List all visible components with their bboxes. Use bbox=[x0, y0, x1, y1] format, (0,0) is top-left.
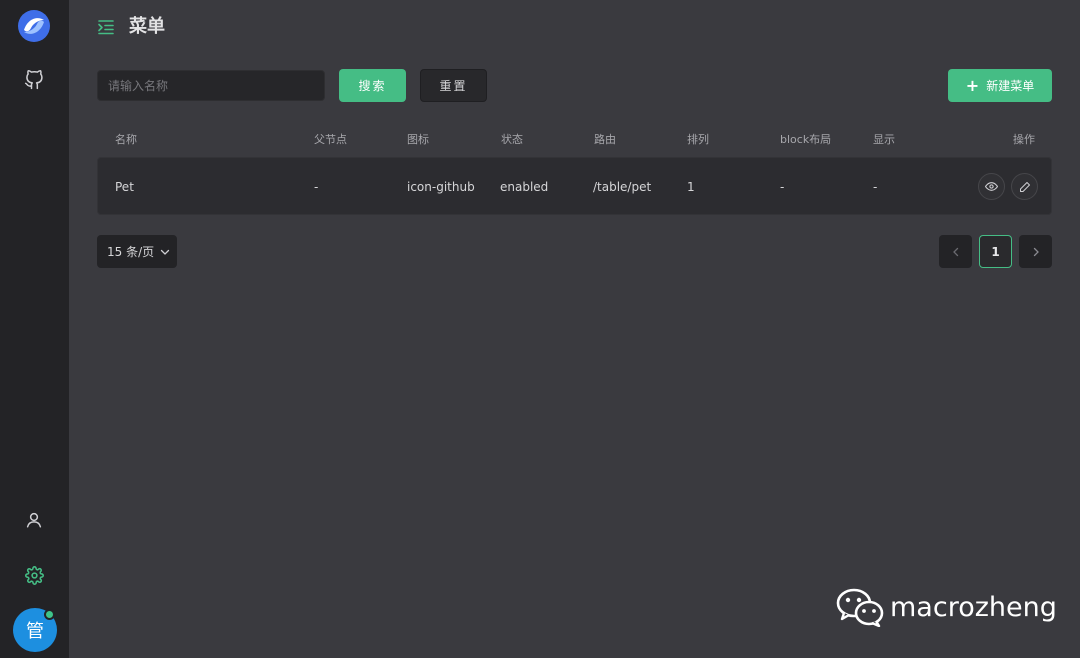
prev-page-button[interactable] bbox=[939, 235, 972, 268]
online-status-dot bbox=[44, 609, 55, 620]
reset-button[interactable]: 重置 bbox=[420, 69, 487, 102]
page-title: 菜单 bbox=[129, 16, 165, 37]
search-button[interactable]: 搜索 bbox=[339, 69, 406, 102]
cell-parent: - bbox=[314, 180, 319, 194]
chevron-down-icon bbox=[160, 249, 170, 255]
view-button[interactable] bbox=[978, 173, 1005, 200]
page-size-select[interactable]: 15 条/页 bbox=[97, 235, 177, 268]
cell-show: - bbox=[873, 180, 878, 194]
page-number-current[interactable]: 1 bbox=[979, 235, 1012, 268]
table-row[interactable] bbox=[97, 157, 1052, 215]
column-header-parent[interactable]: 父节点 bbox=[314, 133, 347, 147]
eye-icon bbox=[985, 182, 998, 191]
column-header-block-layout[interactable]: block布局 bbox=[780, 133, 831, 147]
column-header-show[interactable]: 显示 bbox=[873, 133, 895, 147]
pencil-icon bbox=[1019, 181, 1030, 192]
column-header-icon[interactable]: 图标 bbox=[407, 133, 429, 147]
cell-order: 1 bbox=[687, 180, 695, 194]
next-page-button[interactable] bbox=[1019, 235, 1052, 268]
column-header-status[interactable]: 状态 bbox=[501, 133, 523, 147]
new-menu-button[interactable]: + 新建菜单 bbox=[948, 69, 1052, 102]
new-menu-label: 新建菜单 bbox=[986, 79, 1035, 93]
settings-icon[interactable] bbox=[22, 563, 46, 587]
search-input[interactable] bbox=[97, 70, 325, 101]
column-header-name[interactable]: 名称 bbox=[115, 133, 137, 147]
edit-button[interactable] bbox=[1011, 173, 1038, 200]
logo-icon[interactable] bbox=[18, 10, 50, 42]
chevron-left-icon bbox=[952, 247, 958, 256]
column-header-order[interactable]: 排列 bbox=[687, 133, 709, 147]
column-header-route[interactable]: 路由 bbox=[594, 133, 616, 147]
watermark: macrozheng bbox=[836, 586, 1057, 628]
user-icon[interactable] bbox=[22, 508, 46, 532]
github-icon[interactable] bbox=[22, 68, 46, 92]
sidebar: 管 bbox=[0, 0, 69, 658]
menu-indent-icon[interactable] bbox=[97, 18, 115, 36]
plus-icon: + bbox=[965, 75, 980, 95]
chevron-right-icon bbox=[1033, 247, 1039, 256]
page-size-label: 15 条/页 bbox=[107, 245, 155, 259]
watermark-text: macrozheng bbox=[890, 591, 1057, 623]
cell-icon: icon-github bbox=[407, 180, 475, 194]
cell-route: /table/pet bbox=[593, 180, 652, 194]
cell-status: enabled bbox=[500, 180, 549, 194]
cell-name: Pet bbox=[115, 180, 134, 194]
cell-block-layout: - bbox=[780, 180, 785, 194]
wechat-icon bbox=[836, 588, 884, 627]
column-header-actions: 操作 bbox=[1013, 133, 1035, 146]
